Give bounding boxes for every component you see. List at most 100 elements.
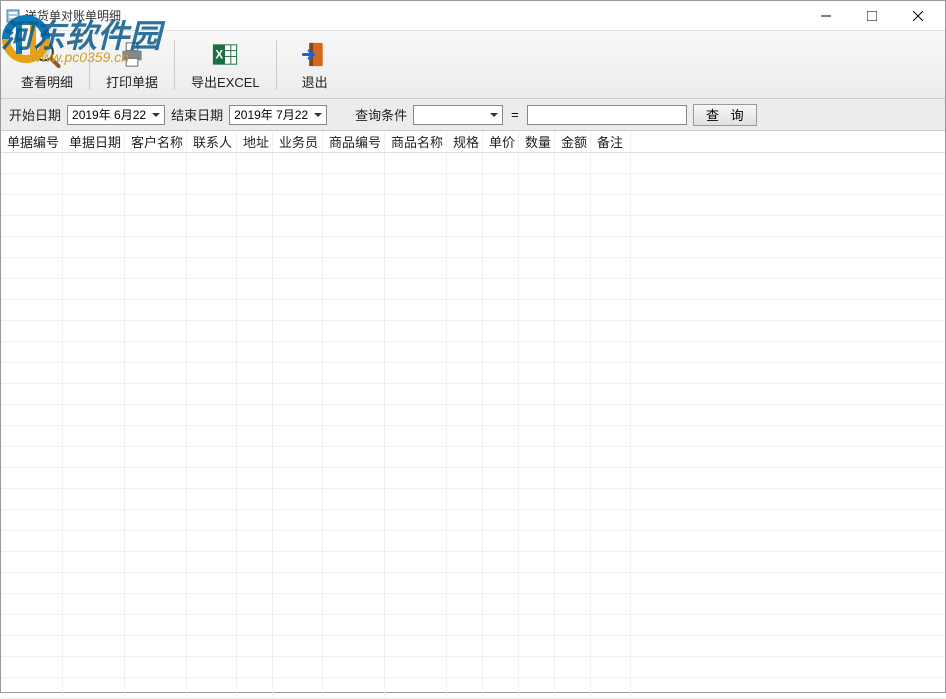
table-row[interactable] (1, 279, 945, 300)
table-cell (187, 636, 237, 656)
col-doc-date[interactable]: 单据日期 (63, 131, 125, 152)
table-cell (385, 426, 447, 446)
table-cell (447, 531, 483, 551)
table-row[interactable] (1, 405, 945, 426)
table-row[interactable] (1, 342, 945, 363)
table-row[interactable] (1, 531, 945, 552)
col-unit-price[interactable]: 单价 (483, 131, 519, 152)
table-cell (125, 405, 187, 425)
excel-icon: X (209, 39, 241, 70)
table-row[interactable] (1, 195, 945, 216)
table-cell (125, 573, 187, 593)
table-cell (1, 153, 63, 173)
maximize-button[interactable] (849, 1, 895, 31)
query-condition-select[interactable] (413, 105, 503, 125)
table-row[interactable] (1, 489, 945, 510)
table-cell (447, 279, 483, 299)
table-row[interactable] (1, 468, 945, 489)
col-salesperson[interactable]: 业务员 (273, 131, 323, 152)
table-cell (1, 552, 63, 572)
table-cell (385, 258, 447, 278)
table-cell (273, 678, 323, 698)
table-row[interactable] (1, 237, 945, 258)
col-product-number[interactable]: 商品编号 (323, 131, 385, 152)
table-row[interactable] (1, 216, 945, 237)
equals-sign: = (509, 107, 521, 122)
table-row[interactable] (1, 678, 945, 699)
table-row[interactable] (1, 363, 945, 384)
table-row[interactable] (1, 636, 945, 657)
table-cell (125, 426, 187, 446)
table-cell (591, 510, 631, 530)
table-cell (519, 678, 555, 698)
table-cell (273, 321, 323, 341)
table-row[interactable] (1, 594, 945, 615)
table-row[interactable] (1, 384, 945, 405)
table-row[interactable] (1, 657, 945, 678)
table-cell (273, 594, 323, 614)
end-date-picker[interactable]: 2019年 7月22 (229, 105, 327, 125)
table-cell (237, 573, 273, 593)
table-cell (63, 657, 125, 677)
table-cell (323, 594, 385, 614)
table-row[interactable] (1, 510, 945, 531)
table-row[interactable] (1, 426, 945, 447)
col-address[interactable]: 地址 (237, 131, 273, 152)
col-spec[interactable]: 规格 (447, 131, 483, 152)
table-cell (323, 258, 385, 278)
print-button[interactable]: 打印单据 (94, 35, 170, 95)
table-row[interactable] (1, 447, 945, 468)
table-cell (63, 468, 125, 488)
col-contact[interactable]: 联系人 (187, 131, 237, 152)
query-button[interactable]: 查 询 (693, 104, 757, 126)
col-quantity[interactable]: 数量 (519, 131, 555, 152)
table-cell (385, 384, 447, 404)
col-customer-name[interactable]: 客户名称 (125, 131, 187, 152)
col-remark[interactable]: 备注 (591, 131, 631, 152)
table-cell (63, 552, 125, 572)
table-cell (447, 447, 483, 467)
table-cell (187, 174, 237, 194)
table-cell (125, 321, 187, 341)
minimize-button[interactable] (803, 1, 849, 31)
table-cell (519, 531, 555, 551)
toolbar: 查看明细 打印单据 X 导出EXCEL 退出 (1, 31, 945, 99)
table-row[interactable] (1, 153, 945, 174)
table-cell (519, 657, 555, 677)
table-cell (273, 363, 323, 383)
table-cell (237, 615, 273, 635)
table-cell (125, 552, 187, 572)
table-body[interactable] (1, 153, 945, 699)
col-doc-number[interactable]: 单据编号 (1, 131, 63, 152)
table-cell (237, 321, 273, 341)
export-excel-button[interactable]: X 导出EXCEL (179, 35, 272, 95)
table-cell (555, 531, 591, 551)
table-row[interactable] (1, 573, 945, 594)
table-cell (555, 678, 591, 698)
table-cell (519, 405, 555, 425)
close-button[interactable] (895, 1, 941, 31)
table-cell (447, 426, 483, 446)
table-cell (1, 321, 63, 341)
table-row[interactable] (1, 300, 945, 321)
table-cell (323, 216, 385, 236)
table-cell (555, 489, 591, 509)
table-cell (237, 300, 273, 320)
query-value-input[interactable] (527, 105, 687, 125)
table-cell (591, 363, 631, 383)
table-cell (385, 489, 447, 509)
start-date-picker[interactable]: 2019年 6月22 (67, 105, 165, 125)
table-row[interactable] (1, 174, 945, 195)
table-cell (447, 594, 483, 614)
table-row[interactable] (1, 615, 945, 636)
col-amount[interactable]: 金额 (555, 131, 591, 152)
table-row[interactable] (1, 321, 945, 342)
view-detail-button[interactable]: 查看明细 (9, 35, 85, 95)
table-cell (519, 216, 555, 236)
table-cell (187, 552, 237, 572)
table-row[interactable] (1, 258, 945, 279)
table-cell (555, 300, 591, 320)
col-product-name[interactable]: 商品名称 (385, 131, 447, 152)
exit-button[interactable]: 退出 (281, 35, 349, 95)
table-row[interactable] (1, 552, 945, 573)
